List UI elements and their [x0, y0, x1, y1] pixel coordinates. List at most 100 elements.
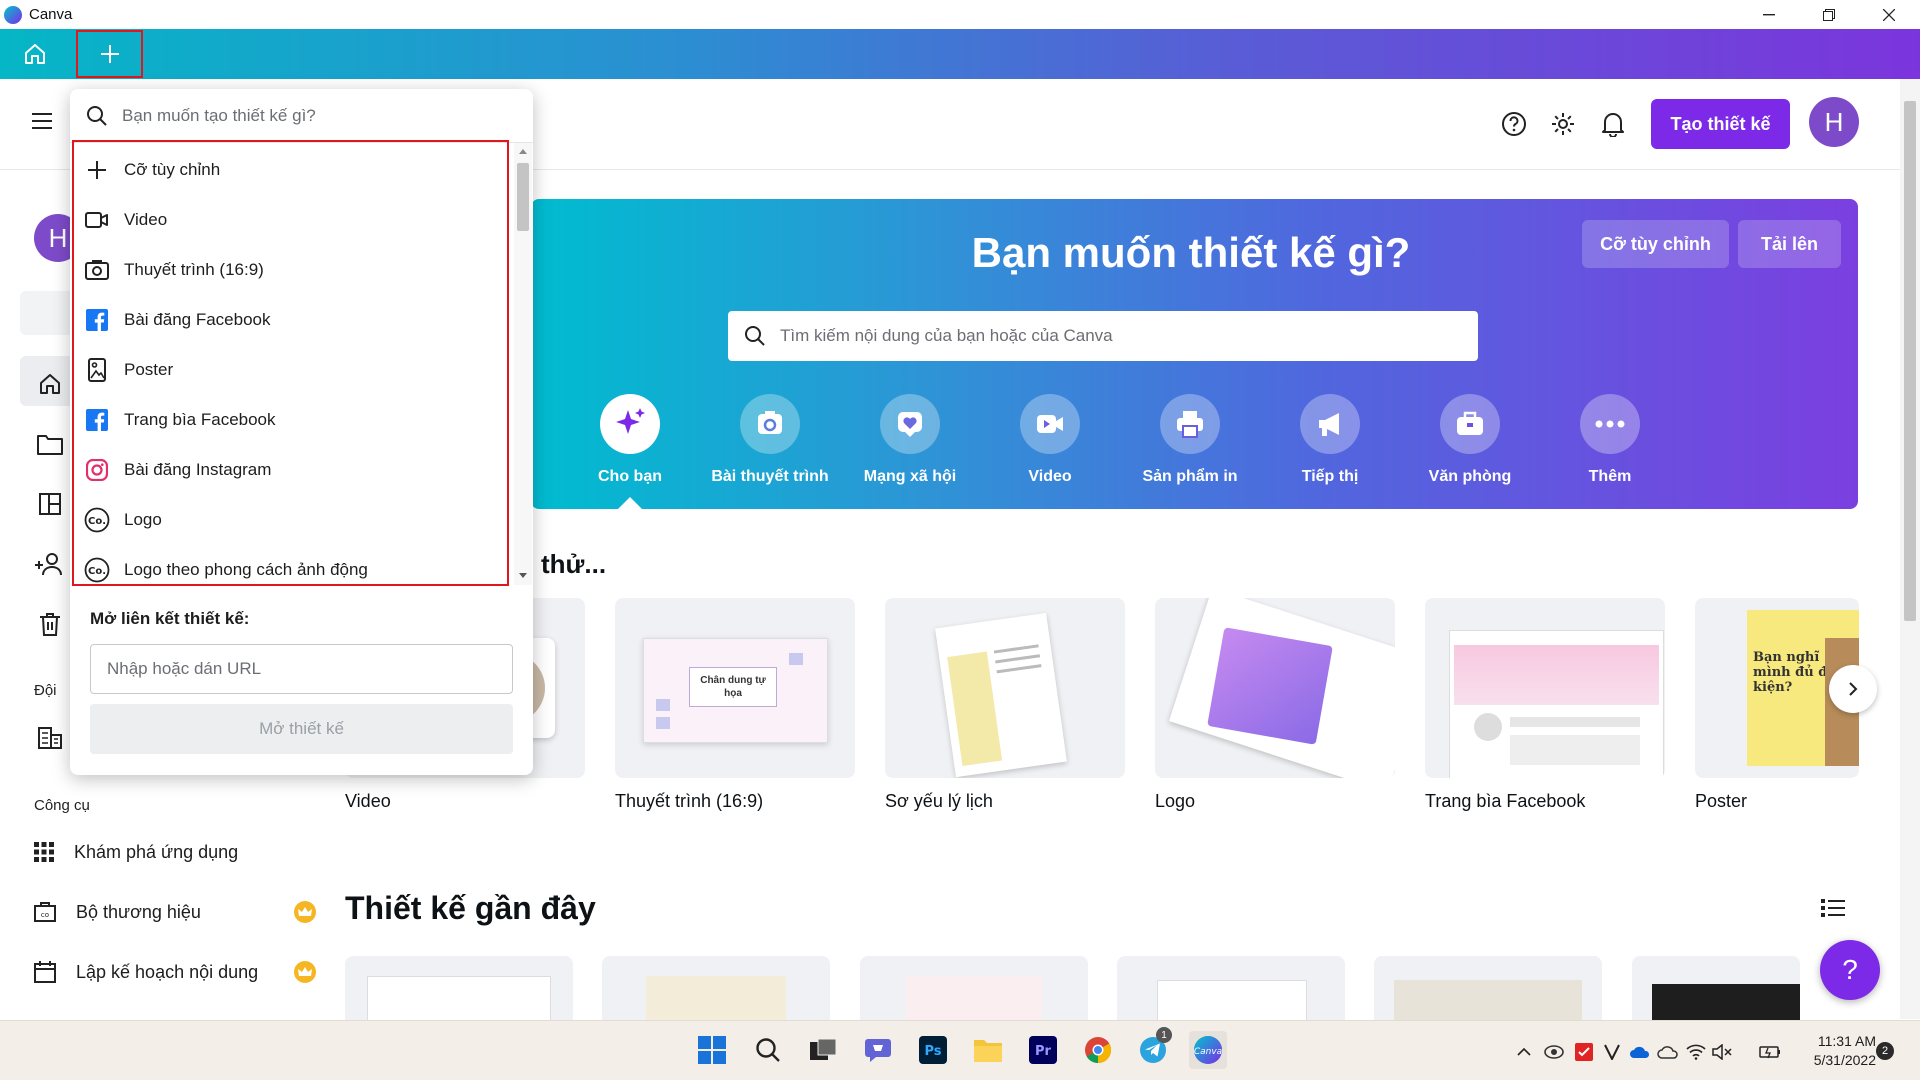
category-for-you[interactable]: Cho bạn: [560, 394, 700, 486]
volume-muted-icon[interactable]: [1711, 1041, 1733, 1063]
design-type-facebook-post[interactable]: Bài đăng Facebook: [84, 300, 271, 340]
design-url-placeholder: Nhập hoặc dán URL: [107, 659, 262, 678]
template-card-label: Thuyết trình (16:9): [615, 791, 764, 811]
design-type-logo[interactable]: Co. Logo: [84, 500, 162, 540]
more-icon: [1595, 420, 1625, 428]
recent-design-card[interactable]: [1374, 956, 1602, 1020]
close-window-button[interactable]: [1860, 0, 1918, 29]
recent-design-card[interactable]: [1632, 956, 1800, 1020]
search-icon[interactable]: [749, 1031, 787, 1069]
sidebar-item-content-planner[interactable]: Lập kế hoạch nội dung: [34, 956, 258, 988]
restore-button[interactable]: [1800, 0, 1858, 29]
sidebar-item-trash[interactable]: [34, 608, 66, 640]
minimize-button[interactable]: [1740, 0, 1798, 29]
category-office[interactable]: Văn phòng: [1400, 394, 1540, 486]
chevron-right-icon: [1849, 682, 1858, 696]
cloud-icon[interactable]: [1657, 1041, 1679, 1063]
new-design-tab[interactable]: [76, 30, 143, 78]
tray-app-icon[interactable]: [1543, 1041, 1565, 1063]
megaphone-icon: [1319, 413, 1339, 436]
sidebar-item-home[interactable]: [34, 368, 66, 400]
open-design-button[interactable]: Mở thiết kế: [90, 704, 513, 754]
wifi-icon[interactable]: [1685, 1041, 1707, 1063]
category-presentation[interactable]: Bài thuyết trình: [700, 394, 840, 486]
sidebar-item-templates[interactable]: [34, 488, 66, 520]
sidebar-item-apps[interactable]: Khám phá ứng dụng: [34, 836, 238, 868]
category-video[interactable]: Video: [980, 394, 1120, 486]
carousel-next-button[interactable]: [1829, 665, 1877, 713]
chrome-icon[interactable]: [1079, 1031, 1117, 1069]
page-scrollbar-thumb[interactable]: [1904, 101, 1916, 621]
premiere-pro-icon[interactable]: Pr: [1024, 1031, 1062, 1069]
dropdown-search-input[interactable]: Bạn muốn tạo thiết kế gì?: [70, 89, 533, 143]
recent-design-card[interactable]: [602, 956, 830, 1020]
design-type-label: Bài đăng Facebook: [124, 310, 271, 329]
help-icon[interactable]: [1499, 109, 1529, 139]
menu-icon[interactable]: [32, 112, 52, 130]
instagram-icon: [86, 459, 108, 481]
recent-design-card[interactable]: [860, 956, 1088, 1020]
battery-icon[interactable]: [1759, 1041, 1781, 1063]
create-design-button[interactable]: Tạo thiết kế: [1651, 99, 1790, 149]
template-card-facebook-cover[interactable]: [1425, 598, 1665, 778]
facebook-icon: [86, 409, 108, 431]
windows-start-icon[interactable]: [693, 1031, 731, 1069]
design-type-video[interactable]: Video: [84, 200, 167, 240]
file-explorer-icon[interactable]: [969, 1031, 1007, 1069]
bell-icon[interactable]: [1598, 109, 1628, 139]
chevron-up-icon[interactable]: [1513, 1041, 1535, 1063]
design-type-animated-logo[interactable]: Co. Logo theo phong cách ảnh động: [84, 550, 368, 584]
dropdown-scrollbar-thumb[interactable]: [517, 163, 529, 231]
sidebar-item-team[interactable]: [34, 548, 66, 580]
grid-icon: [34, 842, 54, 862]
category-label: Thêm: [1588, 468, 1632, 485]
hero-search-input[interactable]: Tìm kiếm nội dung của bạn hoặc của Canva: [728, 311, 1478, 361]
category-marketing[interactable]: Tiếp thị: [1260, 394, 1400, 486]
photoshop-icon[interactable]: Ps: [914, 1031, 952, 1069]
search-icon: [87, 105, 107, 126]
tray-v-icon[interactable]: [1601, 1041, 1623, 1063]
design-url-input[interactable]: Nhập hoặc dán URL: [90, 644, 513, 694]
design-type-custom-size[interactable]: Cỡ tùy chỉnh: [84, 150, 220, 190]
custom-size-button[interactable]: Cỡ tùy chỉnh: [1582, 220, 1729, 268]
system-clock[interactable]: 11:31 AM 5/31/2022: [1796, 1032, 1876, 1070]
design-type-poster[interactable]: Poster: [84, 350, 173, 390]
telegram-icon[interactable]: 1: [1134, 1027, 1172, 1069]
category-more[interactable]: Thêm: [1540, 394, 1680, 486]
sidebar-item-brand-kit[interactable]: co Bộ thương hiệu: [34, 896, 201, 928]
teams-chat-icon[interactable]: [859, 1031, 897, 1069]
avatar[interactable]: H: [1809, 97, 1859, 147]
category-social-media[interactable]: Mạng xã hội: [840, 394, 980, 486]
hero-banner: Bạn muốn thiết kế gì? Cỡ tùy chỉnh Tải l…: [531, 199, 1858, 509]
canva-taskbar-icon[interactable]: Canva: [1189, 1031, 1227, 1069]
sidebar-item-team-workspace[interactable]: [34, 722, 66, 754]
help-chat-button[interactable]: ?: [1820, 940, 1880, 1000]
gear-icon[interactable]: [1548, 109, 1578, 139]
upload-button[interactable]: Tải lên: [1738, 220, 1841, 268]
design-type-label: Trang bìa Facebook: [124, 410, 276, 429]
scroll-down-icon: [519, 573, 527, 578]
poster-icon: [88, 358, 106, 382]
template-icon: [39, 493, 61, 515]
recent-design-card[interactable]: [1117, 956, 1345, 1020]
home-tab[interactable]: [0, 29, 70, 79]
design-type-facebook-cover[interactable]: Trang bìa Facebook: [84, 400, 276, 440]
add-people-icon: [35, 553, 62, 576]
category-label: Tiếp thị: [1301, 468, 1359, 485]
tray-security-icon[interactable]: [1573, 1041, 1595, 1063]
brand-kit-icon: co: [34, 902, 56, 922]
recent-design-card[interactable]: [345, 956, 573, 1020]
onedrive-icon[interactable]: [1629, 1041, 1651, 1063]
list-view-icon[interactable]: [1821, 897, 1845, 919]
design-type-presentation[interactable]: Thuyết trình (16:9): [84, 250, 264, 290]
task-view-icon[interactable]: [804, 1031, 842, 1069]
template-card-presentation[interactable]: Chân dung tự họa: [615, 598, 855, 778]
notification-badge[interactable]: 2: [1876, 1042, 1894, 1060]
design-type-instagram-post[interactable]: Bài đăng Instagram: [84, 450, 271, 490]
dropdown-scrollbar[interactable]: [514, 143, 532, 585]
template-card-resume[interactable]: [885, 598, 1125, 778]
template-card-logo[interactable]: [1155, 598, 1395, 778]
category-print[interactable]: Sản phẩm in: [1120, 394, 1260, 486]
page-scrollbar[interactable]: [1900, 79, 1920, 1019]
sidebar-item-projects[interactable]: [34, 428, 66, 460]
